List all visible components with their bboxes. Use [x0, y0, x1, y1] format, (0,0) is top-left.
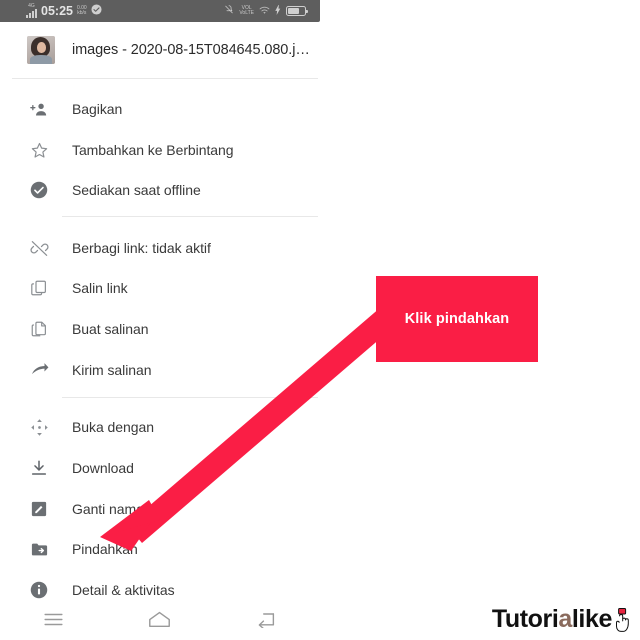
- callout-text: Klik pindahkan: [404, 311, 510, 327]
- menu-item-label: Download: [72, 460, 134, 476]
- menu-item-salin-link[interactable]: Salin link: [0, 268, 320, 308]
- divider: [12, 78, 318, 79]
- volte-indicator: VOL VoLTE: [239, 5, 254, 16]
- data-rate-indicator: 0.00 kb/s: [77, 6, 87, 16]
- callout-box: Klik pindahkan: [376, 276, 538, 362]
- file-title: images - 2020-08-15T084645.080.j…: [72, 42, 310, 58]
- menu-item-label: Detail & aktivitas: [72, 582, 175, 598]
- watermark: Tutorialike: [492, 607, 632, 632]
- send-arrow-icon: [28, 359, 50, 381]
- star-outline-icon: [28, 139, 50, 161]
- phone-screenshot-panel: 4G 05:25 0.00 kb/s VOL VoLTE images - 20…: [0, 0, 320, 640]
- home-icon[interactable]: [106, 611, 212, 628]
- move-to-folder-icon: [28, 538, 50, 560]
- menu-item-sediakan-saat-offline[interactable]: Sediakan saat offline: [0, 170, 320, 210]
- watermark-text-part-2: a: [558, 605, 572, 633]
- menu-item-label: Buka dengan: [72, 419, 154, 435]
- download-icon: [28, 457, 50, 479]
- watermark-text: Tutorialike: [491, 605, 613, 633]
- menu-item-download[interactable]: Download: [0, 448, 320, 488]
- signal-bars-icon: [26, 9, 37, 18]
- menu-item-tambahkan-ke-berbintang[interactable]: Tambahkan ke Berbintang: [0, 130, 320, 170]
- data-rate-unit: kb/s: [77, 10, 87, 16]
- copy-link-icon: [28, 277, 50, 299]
- menu-item-pindahkan[interactable]: Pindahkan: [0, 529, 320, 569]
- menu-item-label: Buat salinan: [72, 321, 149, 337]
- check-circle-filled-icon: [28, 179, 50, 201]
- status-bar-right-cluster: VOL VoLTE: [224, 0, 308, 22]
- bolt-icon: [275, 2, 281, 20]
- menu-item-berbagi-link[interactable]: Berbagi link: tidak aktif: [0, 228, 320, 268]
- battery-icon: [286, 6, 308, 16]
- divider: [62, 216, 318, 217]
- menu-item-label: Tambahkan ke Berbintang: [72, 142, 234, 158]
- recents-menu-icon[interactable]: [0, 612, 106, 627]
- wifi-icon: [259, 2, 270, 20]
- file-thumbnail-photo: [27, 36, 55, 64]
- menu-item-buka-dengan[interactable]: Buka dengan: [0, 407, 320, 447]
- menu-item-buat-salinan[interactable]: Buat salinan: [0, 309, 320, 349]
- menu-item-kirim-salinan[interactable]: Kirim salinan: [0, 350, 320, 390]
- watermark-text-part-3: like: [571, 605, 613, 633]
- android-nav-bar: [0, 598, 320, 640]
- menu-item-label: Ganti nama: [72, 501, 144, 517]
- watermark-text-part-1: Tutori: [491, 605, 559, 633]
- link-off-icon: [28, 237, 50, 259]
- status-bar-clock: 05:25: [41, 3, 73, 18]
- network-type-indicator: 4G: [26, 4, 37, 18]
- menu-item-label: Berbagi link: tidak aktif: [72, 240, 211, 256]
- file-copy-icon: [28, 318, 50, 340]
- divider: [62, 397, 318, 398]
- back-icon[interactable]: [212, 611, 318, 628]
- open-with-icon: [28, 416, 50, 438]
- menu-item-label: Salin link: [72, 280, 128, 296]
- menu-item-label: Sediakan saat offline: [72, 182, 201, 198]
- click-hand-icon: [613, 607, 632, 632]
- person-add-icon: [28, 98, 50, 120]
- menu-item-label: Bagikan: [72, 101, 123, 117]
- bell-off-icon: [224, 2, 234, 20]
- rename-pencil-icon: [28, 498, 50, 520]
- menu-item-label: Pindahkan: [72, 541, 138, 557]
- volte-label: VoLTE: [239, 10, 254, 16]
- check-circle-icon: [91, 2, 102, 20]
- status-bar: 4G 05:25 0.00 kb/s VOL VoLTE: [0, 0, 320, 22]
- menu-item-ganti-nama[interactable]: Ganti nama: [0, 489, 320, 529]
- menu-item-bagikan[interactable]: Bagikan: [0, 89, 320, 129]
- file-header-row[interactable]: images - 2020-08-15T084645.080.j…: [0, 22, 320, 78]
- status-bar-left-cluster: 4G 05:25 0.00 kb/s: [26, 0, 102, 22]
- menu-item-label: Kirim salinan: [72, 362, 152, 378]
